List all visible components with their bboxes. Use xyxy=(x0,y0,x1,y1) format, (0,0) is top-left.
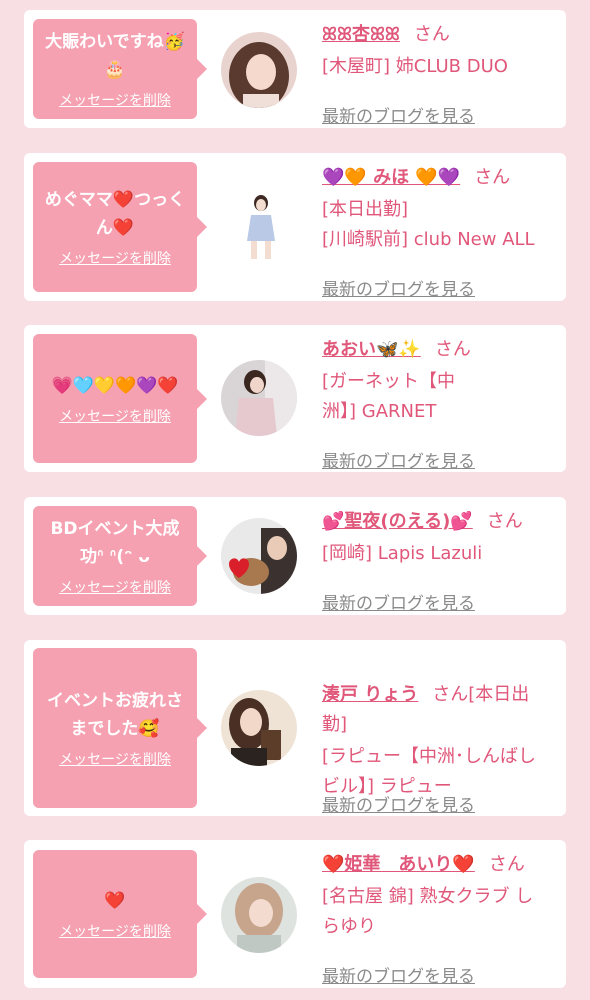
delete-message-link[interactable]: メッセージを削除 xyxy=(59,921,171,941)
message-card: めぐママ❤️つっく ん❤️ メッセージを削除 💜🧡 みほ 🧡💜 さん [本日出勤]… xyxy=(24,153,566,301)
delete-message-link[interactable]: メッセージを削除 xyxy=(59,577,171,597)
delete-message-link[interactable]: メッセージを削除 xyxy=(59,406,171,426)
girl-info: あおい🦋✨ さん [ガーネット【中 洲】] GARNET 最新のブログを見る xyxy=(322,335,562,472)
avatar[interactable] xyxy=(221,360,297,436)
latest-blog-link[interactable]: 最新のブログを見る xyxy=(322,447,475,472)
honorific: さん xyxy=(486,511,523,532)
message-text: BDイベント大成 功ᐢ ᐢ(ᵔ ᴗ xyxy=(50,519,180,567)
honorific: さん xyxy=(474,167,511,188)
shop-info: [木屋町] 姉CLUB DUO xyxy=(322,56,508,77)
girl-info: 💜🧡 みほ 🧡💜 さん [本日出勤] [川崎駅前] club New ALL 最新… xyxy=(322,163,562,300)
latest-blog-link[interactable]: 最新のブログを見る xyxy=(322,275,475,300)
message-bubble: 💗🩵💛🧡💜❤️ メッセージを削除 xyxy=(33,334,207,463)
delete-message-link[interactable]: メッセージを削除 xyxy=(59,90,171,110)
message-text: めぐママ❤️つっく ん❤️ xyxy=(44,190,186,238)
avatar[interactable] xyxy=(221,690,297,766)
message-card: BDイベント大成 功ᐢ ᐢ(ᵔ ᴗ メッセージを削除 💕聖夜(のえる)💕 さん [… xyxy=(24,497,566,615)
girl-name-link[interactable]: ❤️姫華 あいり❤️ xyxy=(322,854,475,875)
latest-blog-link[interactable]: 最新のブログを見る xyxy=(322,102,475,127)
name-line: あおい🦋✨ さん xyxy=(322,335,562,365)
message-text: イベントお疲れさ までした🥰 xyxy=(47,691,183,739)
avatar[interactable] xyxy=(221,32,297,108)
message-bubble: BDイベント大成 功ᐢ ᐢ(ᵔ ᴗ メッセージを削除 xyxy=(33,506,207,606)
latest-blog-link[interactable]: 最新のブログを見る xyxy=(322,589,475,614)
name-line: ❤️姫華 あいり❤️ さん xyxy=(322,850,562,880)
girl-info: 💕聖夜(のえる)💕 さん [岡崎] Lapis Lazuli 最新のブログを見る xyxy=(322,507,562,614)
girl-info: ꕤ︎ꕤ︎杏ꕤ︎ꕤ︎ さん [木屋町] 姉CLUB DUO 最新のブログを見る xyxy=(322,20,562,127)
message-bubble: めぐママ❤️つっく ん❤️ メッセージを削除 xyxy=(33,162,207,292)
name-line: 💜🧡 みほ 🧡💜 さん xyxy=(322,163,562,193)
delete-message-link[interactable]: メッセージを削除 xyxy=(59,749,171,769)
name-line: 💕聖夜(のえる)💕 さん xyxy=(322,507,562,537)
message-text: 大賑わいですね🥳 🎂 xyxy=(45,32,185,80)
shop-info: [ガーネット【中 洲】] GARNET xyxy=(322,371,456,422)
message-bubble: イベントお疲れさ までした🥰 メッセージを削除 xyxy=(33,648,207,808)
message-card: ❤️ メッセージを削除 ❤️姫華 あいり❤️ さん [名古屋 錦] 熟女クラブ し… xyxy=(24,840,566,988)
message-list: 大賑わいですね🥳 🎂 メッセージを削除 ꕤ︎ꕤ︎杏ꕤ︎ꕤ︎ さん [木屋町] 姉C… xyxy=(0,0,590,1000)
girl-info: ❤️姫華 あいり❤️ さん [名古屋 錦] 熟女クラブ し らゆり 最新のブログを… xyxy=(322,850,562,987)
girl-name-link[interactable]: 湊戸 りょう xyxy=(322,684,418,705)
latest-blog-link[interactable]: 最新のブログを見る xyxy=(322,791,475,816)
latest-blog-link[interactable]: 最新のブログを見る xyxy=(322,962,475,987)
message-card: 💗🩵💛🧡💜❤️ メッセージを削除 あおい🦋✨ さん [ガーネット【中 洲】] GA… xyxy=(24,325,566,472)
message-text: 💗🩵💛🧡💜❤️ xyxy=(51,375,179,396)
honorific: さん xyxy=(413,24,450,45)
message-bubble: ❤️ メッセージを削除 xyxy=(33,850,207,978)
girl-name-link[interactable]: ꕤ︎ꕤ︎杏ꕤ︎ꕤ︎ xyxy=(322,24,400,45)
message-bubble: 大賑わいですね🥳 🎂 メッセージを削除 xyxy=(33,19,207,119)
avatar[interactable] xyxy=(221,877,297,953)
girl-info: 湊戸 りょう さん[本日出 勤] [ラピュー【中洲･しんばし ビル】] ラピュー … xyxy=(322,650,562,816)
avatar[interactable] xyxy=(221,518,297,594)
message-card: 大賑わいですね🥳 🎂 メッセージを削除 ꕤ︎ꕤ︎杏ꕤ︎ꕤ︎ さん [木屋町] 姉C… xyxy=(24,10,566,128)
girl-name-link[interactable]: 💕聖夜(のえる)💕 xyxy=(322,511,473,532)
delete-message-link[interactable]: メッセージを削除 xyxy=(59,248,171,268)
message-card: イベントお疲れさ までした🥰 メッセージを削除 湊戸 りょう さん[本日出 勤] … xyxy=(24,640,566,816)
girl-name-link[interactable]: 💜🧡 みほ 🧡💜 xyxy=(322,167,460,188)
name-line: 湊戸 りょう さん[本日出 勤] xyxy=(322,650,562,740)
message-text: ❤️ xyxy=(104,891,126,911)
shop-info: [本日出勤] [川崎駅前] club New ALL xyxy=(322,199,535,250)
girl-name-link[interactable]: あおい🦋✨ xyxy=(322,339,421,360)
shop-info: [岡崎] Lapis Lazuli xyxy=(322,543,483,564)
honorific: さん xyxy=(434,339,471,360)
name-line: ꕤ︎ꕤ︎杏ꕤ︎ꕤ︎ さん xyxy=(322,20,562,50)
honorific: さん xyxy=(488,854,525,875)
avatar[interactable] xyxy=(221,189,297,265)
shop-info: [名古屋 錦] 熟女クラブ し らゆり xyxy=(322,886,534,937)
